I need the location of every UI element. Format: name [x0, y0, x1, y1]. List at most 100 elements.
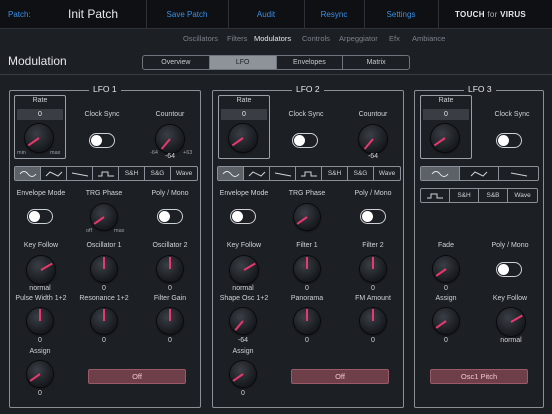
saw-wave-icon [71, 172, 88, 176]
subnav-oscillators[interactable]: Oscillators [183, 29, 218, 49]
lfo3-poly-mono-toggle[interactable] [496, 262, 522, 277]
lfo2-assign-knob[interactable] [230, 361, 256, 387]
subnav-controls[interactable]: Controls [302, 29, 330, 49]
wave-sine-button[interactable] [15, 167, 41, 180]
wave-triangle-button[interactable] [244, 167, 270, 180]
lfo2-key-follow-label: Key Follow [226, 242, 262, 249]
saw-wave-icon [274, 172, 291, 176]
lfo2-trg-phase-knob[interactable] [294, 204, 320, 230]
lfo2-filter2-value: 0 [371, 285, 375, 292]
lfo2-assign-target-button[interactable]: Off [291, 369, 389, 384]
lfo3-fade-knob[interactable] [433, 256, 459, 282]
lfo2-fm-value: 0 [371, 337, 375, 344]
lfo1-filter-gain-knob[interactable] [157, 308, 183, 334]
lfo1-osc2-knob[interactable] [157, 256, 183, 282]
lfo1-clock-sync-toggle[interactable] [89, 133, 115, 148]
settings-button[interactable]: Settings [364, 0, 438, 29]
audit-button[interactable]: Audit [228, 0, 304, 29]
lfo1-reso-value: 0 [102, 337, 106, 344]
lfo2-filter2-label: Filter 2 [362, 242, 384, 249]
lfo1-assign-value: 0 [38, 390, 42, 397]
lfo2-poly-mono-label: Poly / Mono [354, 190, 392, 197]
lfo3-key-follow-knob[interactable] [497, 308, 525, 336]
lfo2-shape-knob[interactable] [230, 308, 256, 334]
wave-sine-button[interactable] [421, 167, 460, 180]
lfo1-env-mode-toggle[interactable] [27, 209, 53, 224]
wave-square-button[interactable] [296, 167, 322, 180]
wave-saw-button[interactable] [499, 167, 538, 180]
lfo1-key-follow-knob[interactable] [27, 256, 55, 284]
lfo2-rate-value[interactable]: 0 [221, 109, 267, 120]
lfo1-key-follow-value: normal [29, 285, 51, 292]
lfo1-env-mode-label: Envelope Mode [16, 190, 66, 197]
lfo2-panorama-value: 0 [305, 337, 309, 344]
lfo1-rate-max: max [50, 150, 61, 156]
lfo1-assign-target-button[interactable]: Off [88, 369, 186, 384]
wave-sh-button[interactable]: S&H [119, 167, 145, 180]
lfo2-contour-knob[interactable] [359, 125, 387, 153]
lfo3-clock-sync-toggle[interactable] [496, 133, 522, 148]
wave-triangle-button[interactable] [460, 167, 499, 180]
sine-wave-icon [431, 170, 449, 177]
subnav-arpeggiator[interactable]: Arpeggiator [339, 29, 378, 49]
wave-sb-button[interactable]: S&B [479, 189, 508, 202]
lfo1-reso-knob[interactable] [91, 308, 117, 334]
tab-overview[interactable]: Overview [143, 56, 210, 69]
subnav-ambiance[interactable]: Ambiance [412, 29, 445, 49]
patch-name[interactable]: Init Patch [68, 0, 118, 29]
wave-sg-button[interactable]: S&G [348, 167, 374, 180]
lfo2-filter1-knob[interactable] [294, 256, 320, 282]
wave-sh-button[interactable]: S&H [450, 189, 479, 202]
subnav-efx[interactable]: Efx [389, 29, 400, 49]
sine-wave-icon [19, 170, 36, 177]
save-patch-button[interactable]: Save Patch [146, 0, 228, 29]
lfo3-waveform-row1 [420, 166, 539, 181]
lfo1-pw-knob[interactable] [27, 308, 53, 334]
lfo1-osc1-knob[interactable] [91, 256, 117, 282]
tab-envelopes[interactable]: Envelopes [277, 56, 344, 69]
wave-sg-button[interactable]: S&G [145, 167, 171, 180]
wave-square-button[interactable] [93, 167, 119, 180]
lfo1-rate-knob[interactable] [25, 124, 53, 152]
lfo1-contour-value: -64 [164, 153, 176, 160]
lfo2-rate-knob[interactable] [229, 124, 257, 152]
lfo1-assign-knob[interactable] [27, 361, 53, 387]
wave-square-button[interactable] [421, 189, 450, 202]
lfo2-title: LFO 2 [292, 84, 324, 94]
lfo3-assign-label: Assign [435, 295, 457, 302]
wave-saw-button[interactable] [270, 167, 296, 180]
lfo1-trg-phase-knob[interactable] [91, 204, 117, 230]
lfo2-filter1-value: 0 [305, 285, 309, 292]
lfo2-filter2-knob[interactable] [360, 256, 386, 282]
tab-matrix[interactable]: Matrix [343, 56, 409, 69]
lfo1-contour-knob[interactable] [156, 125, 184, 153]
lfo2-panorama-knob[interactable] [294, 308, 320, 334]
wave-triangle-button[interactable] [41, 167, 67, 180]
lfo1-rate-value[interactable]: 0 [17, 109, 63, 120]
lfo1-poly-mono-toggle[interactable] [157, 209, 183, 224]
brand-touch: TOUCH [455, 10, 485, 19]
lfo2-env-mode-toggle[interactable] [230, 209, 256, 224]
lfo2-key-follow-knob[interactable] [230, 256, 258, 284]
lfo3-rate-value[interactable]: 0 [423, 109, 469, 120]
wave-sine-button[interactable] [218, 167, 244, 180]
triangle-wave-icon [248, 170, 265, 177]
subnav-filters[interactable]: Filters [227, 29, 247, 49]
wave-wave-button[interactable]: Wave [171, 167, 197, 180]
lfo2-poly-mono-toggle[interactable] [360, 209, 386, 224]
subnav-modulators[interactable]: Modulators [254, 29, 291, 49]
lfo2-clock-sync-toggle[interactable] [292, 133, 318, 148]
lfo2-trg-phase-label: TRG Phase [288, 190, 326, 197]
wave-wave-button[interactable]: Wave [374, 167, 400, 180]
lfo3-rate-knob[interactable] [431, 124, 459, 152]
resync-button[interactable]: Resync [304, 0, 364, 29]
wave-wave-button[interactable]: Wave [508, 189, 537, 202]
wave-saw-button[interactable] [67, 167, 93, 180]
lfo3-assign-knob[interactable] [433, 308, 459, 334]
tab-lfo[interactable]: LFO [209, 56, 277, 69]
wave-sh-button[interactable]: S&H [322, 167, 348, 180]
lfo3-assign-target-button[interactable]: Osc1 Pitch [430, 369, 528, 384]
lfo1-poly-mono-label: Poly / Mono [151, 190, 189, 197]
lfo2-contour-value: -64 [367, 153, 379, 160]
lfo2-fm-knob[interactable] [360, 308, 386, 334]
